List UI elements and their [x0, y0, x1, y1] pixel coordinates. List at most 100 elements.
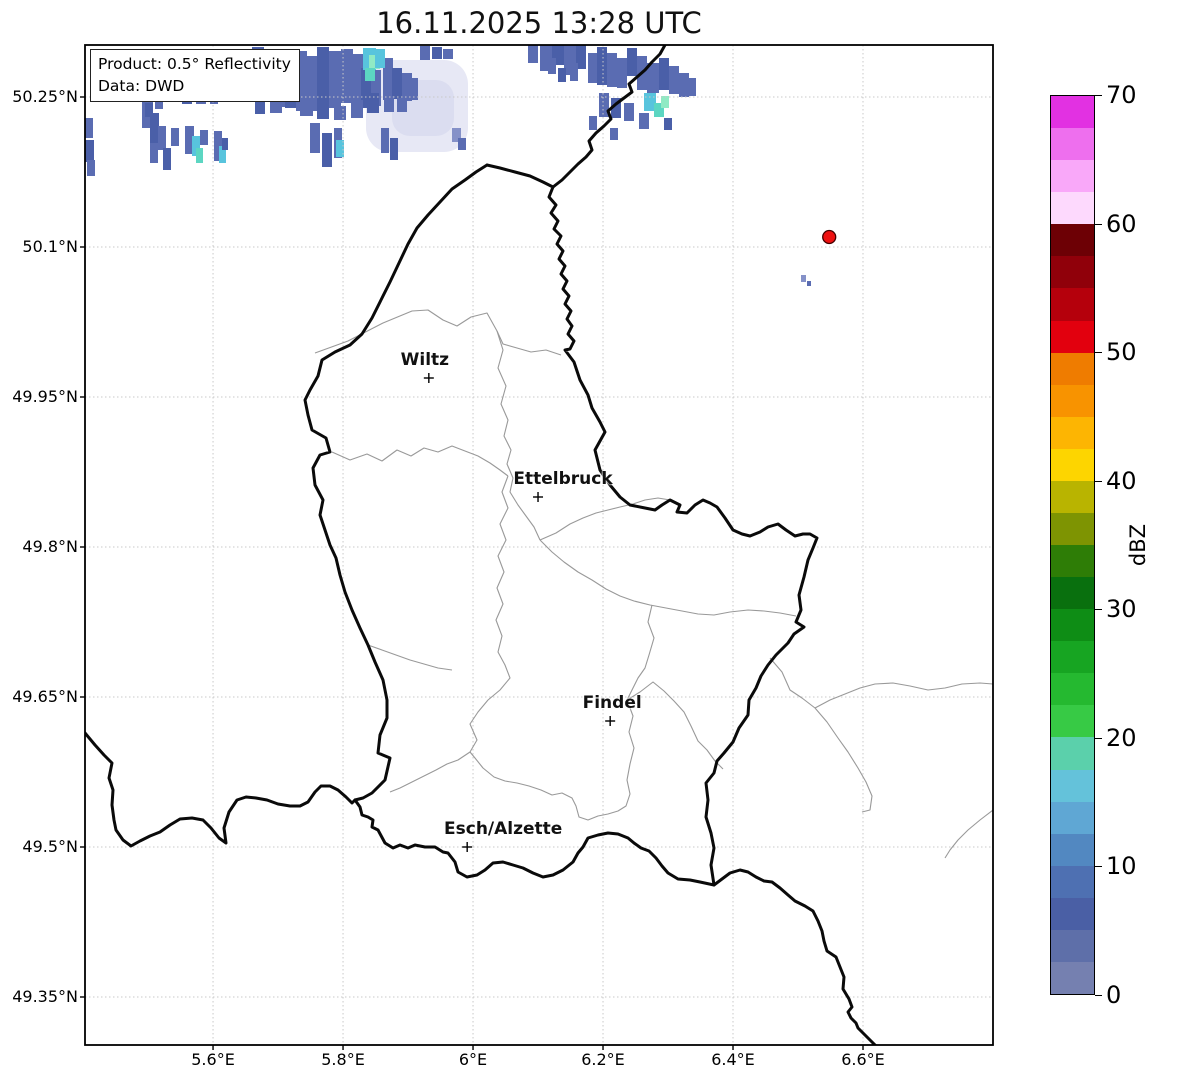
colorbar-segment: [1051, 320, 1094, 353]
canton-border-line: [626, 604, 655, 701]
radar-echo-cell: [607, 53, 617, 87]
canton-border-line: [367, 644, 453, 671]
colorbar-segment: [1051, 672, 1094, 706]
product-label: Product: 0.5° Reflectivity: [98, 55, 291, 73]
radar-echo-cell: [334, 106, 346, 120]
colorbar-segment: [1051, 608, 1094, 642]
lon-tick-label: 5.8°E: [321, 1050, 365, 1069]
colorbar-tick-mark: [1095, 480, 1102, 482]
radar-echo-cell: [588, 53, 598, 83]
colorbar-tick-label: 0: [1106, 981, 1122, 1009]
radar-echo-cell: [171, 128, 179, 146]
colorbar-tick-label: 30: [1106, 595, 1137, 624]
colorbar-tick-label: 60: [1106, 209, 1137, 238]
colorbar-segment: [1051, 640, 1094, 674]
lat-tick-label: 49.65°N: [12, 687, 78, 707]
lat-tick-label: 49.5°N: [22, 837, 78, 857]
lon-tick-label: 6.4°E: [711, 1050, 755, 1069]
city-label: Wiltz: [400, 350, 450, 370]
radar-echo-cell: [222, 138, 228, 150]
canton-border-line: [814, 682, 993, 709]
canton-border-line: [539, 497, 678, 541]
colorbar-segment: [1051, 576, 1094, 610]
radar-echo-cell: [317, 47, 329, 107]
radar-echo-cell: [659, 58, 669, 90]
colorbar-tick-mark: [1095, 737, 1102, 739]
radar-echo-cell: [679, 73, 689, 97]
radar-echo-cell: [158, 126, 166, 150]
radar-echo-cell: [329, 51, 341, 108]
lon-tick-label: 6°E: [458, 1050, 488, 1069]
data-source-label: Data: DWD: [98, 77, 185, 95]
radar-echo-cell: [548, 58, 556, 74]
map-canvas: [80, 44, 994, 1050]
lon-tick-label: 6.6°E: [841, 1050, 885, 1069]
radar-echo-cell: [200, 130, 208, 145]
colorbar-tick-mark: [1095, 352, 1102, 354]
radar-echo-cell: [196, 148, 203, 163]
radar-echo-cell: [639, 113, 649, 129]
colorbar-segment: [1051, 127, 1094, 161]
colorbar-segment: [1051, 704, 1094, 738]
radar-echo-cell: [458, 138, 466, 150]
colorbar-segment: [1051, 544, 1094, 578]
colorbar-tick-mark: [1095, 609, 1102, 611]
radar-echo-cell: [443, 49, 453, 59]
product-legend-box: Product: 0.5° Reflectivity Data: DWD: [90, 49, 300, 102]
colorbar-tick-mark: [1095, 223, 1102, 225]
radar-echo-cell: [375, 49, 385, 68]
radar-echo-cell: [145, 103, 153, 117]
radar-echo-cell: [381, 128, 389, 153]
lat-tick-label: 49.95°N: [12, 387, 78, 407]
lat-tick-label: 49.35°N: [12, 987, 78, 1007]
radar-echo-cell: [627, 48, 637, 76]
radar-echo-cell: [317, 103, 329, 119]
city-markers: [423, 373, 616, 852]
colorbar-segment: [1051, 833, 1094, 866]
axis-tick-marks: [80, 96, 864, 1050]
canton-border-line: [389, 475, 511, 793]
radar-echo-cell: [390, 138, 398, 160]
lat-tick-label: 50.25°N: [12, 87, 78, 107]
gridlines: [85, 45, 993, 1045]
colorbar-tick-mark: [1095, 95, 1102, 96]
colorbar-segment: [1051, 352, 1094, 385]
radar-echo-cell: [87, 160, 95, 176]
plot-frame: [84, 44, 994, 1046]
radar-echo-cell: [610, 128, 618, 140]
radar-echo-cell: [85, 118, 93, 138]
canton-border-line: [539, 539, 797, 617]
radar-echo-cell: [150, 113, 159, 146]
france-germany-border: [712, 868, 878, 1045]
radar-echo-cell: [597, 47, 607, 85]
city-label: Findel: [582, 693, 642, 713]
colorbar-segment: [1051, 223, 1094, 257]
colorbar-tick-label: 10: [1106, 852, 1137, 881]
radar-echo-cell: [801, 275, 806, 282]
colorbar-segment: [1051, 95, 1094, 129]
radar-echo-cell: [85, 140, 94, 162]
radar-echo-cell: [163, 148, 171, 170]
colorbar-segment: [1051, 480, 1094, 513]
colorbar-segment: [1051, 384, 1094, 417]
colorbar-segment: [1051, 448, 1094, 481]
colorbar-segment: [1051, 512, 1094, 545]
radar-echo-cell: [367, 93, 379, 113]
radar-echo-cell: [322, 133, 332, 167]
radar-echo-cell: [589, 116, 597, 130]
colorbar-tick-label: 20: [1106, 723, 1137, 752]
canton-border-line: [769, 657, 873, 813]
radar-echo-cell: [420, 46, 430, 60]
colorbar-tick-label: 50: [1106, 338, 1137, 367]
colorbar-segment: [1051, 769, 1094, 802]
radar-echo-cell: [397, 98, 407, 112]
city-label: Esch/Alzette: [444, 819, 563, 839]
colorbar: [1050, 95, 1095, 995]
colorbar-segment: [1051, 961, 1094, 994]
canton-border-line: [314, 309, 562, 356]
radar-echo-cell: [688, 78, 696, 96]
colorbar-segment: [1051, 865, 1094, 898]
radar-echo-cell: [624, 103, 634, 121]
colorbar-segment: [1051, 416, 1094, 449]
district-borders: [314, 309, 993, 859]
